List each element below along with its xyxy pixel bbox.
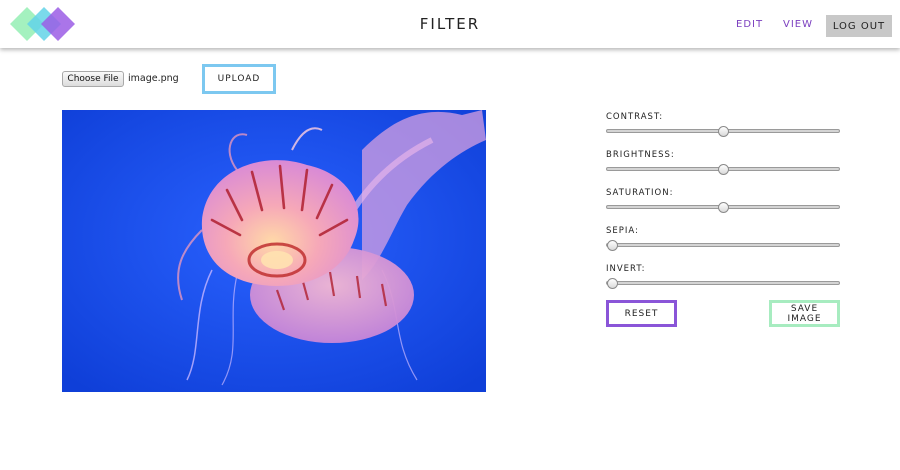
saturation-label: SATURATION: [606, 188, 674, 198]
slider-track [606, 281, 840, 285]
page-title: FILTER [419, 15, 481, 33]
invert-label: INVERT: [606, 264, 646, 274]
brightness-slider[interactable] [606, 164, 840, 175]
slider-track [606, 243, 840, 247]
reset-button[interactable]: RESET [606, 300, 677, 327]
saturation-control: SATURATION: [606, 186, 840, 224]
sepia-slider[interactable] [606, 240, 840, 251]
choose-file-button[interactable]: Choose File [62, 71, 124, 87]
sepia-control: SEPIA: [606, 224, 840, 262]
slider-thumb[interactable] [607, 278, 618, 289]
slider-thumb[interactable] [607, 240, 618, 251]
jellyfish-image [62, 110, 486, 392]
image-preview [62, 110, 486, 392]
save-image-button[interactable]: SAVE IMAGE [769, 300, 840, 327]
contrast-control: CONTRAST: [606, 110, 840, 148]
sepia-label: SEPIA: [606, 226, 639, 236]
slider-thumb[interactable] [718, 164, 729, 175]
invert-slider[interactable] [606, 278, 840, 289]
slider-thumb[interactable] [718, 202, 729, 213]
invert-control: INVERT: [606, 262, 840, 300]
nav-edit-link[interactable]: EDIT [736, 19, 763, 30]
upload-button[interactable]: UPLOAD [202, 64, 276, 94]
logout-button[interactable]: LOG OUT [826, 15, 892, 37]
selected-file-name: image.png [128, 73, 179, 84]
contrast-slider[interactable] [606, 126, 840, 137]
top-bar: FILTER EDIT VIEW LOG OUT [0, 0, 900, 48]
filter-controls: CONTRAST: BRIGHTNESS: SATURATION: SEPIA:… [606, 110, 840, 300]
slider-thumb[interactable] [718, 126, 729, 137]
brightness-control: BRIGHTNESS: [606, 148, 840, 186]
saturation-slider[interactable] [606, 202, 840, 213]
brightness-label: BRIGHTNESS: [606, 150, 675, 160]
contrast-label: CONTRAST: [606, 112, 664, 122]
nav-view-link[interactable]: VIEW [783, 19, 813, 30]
